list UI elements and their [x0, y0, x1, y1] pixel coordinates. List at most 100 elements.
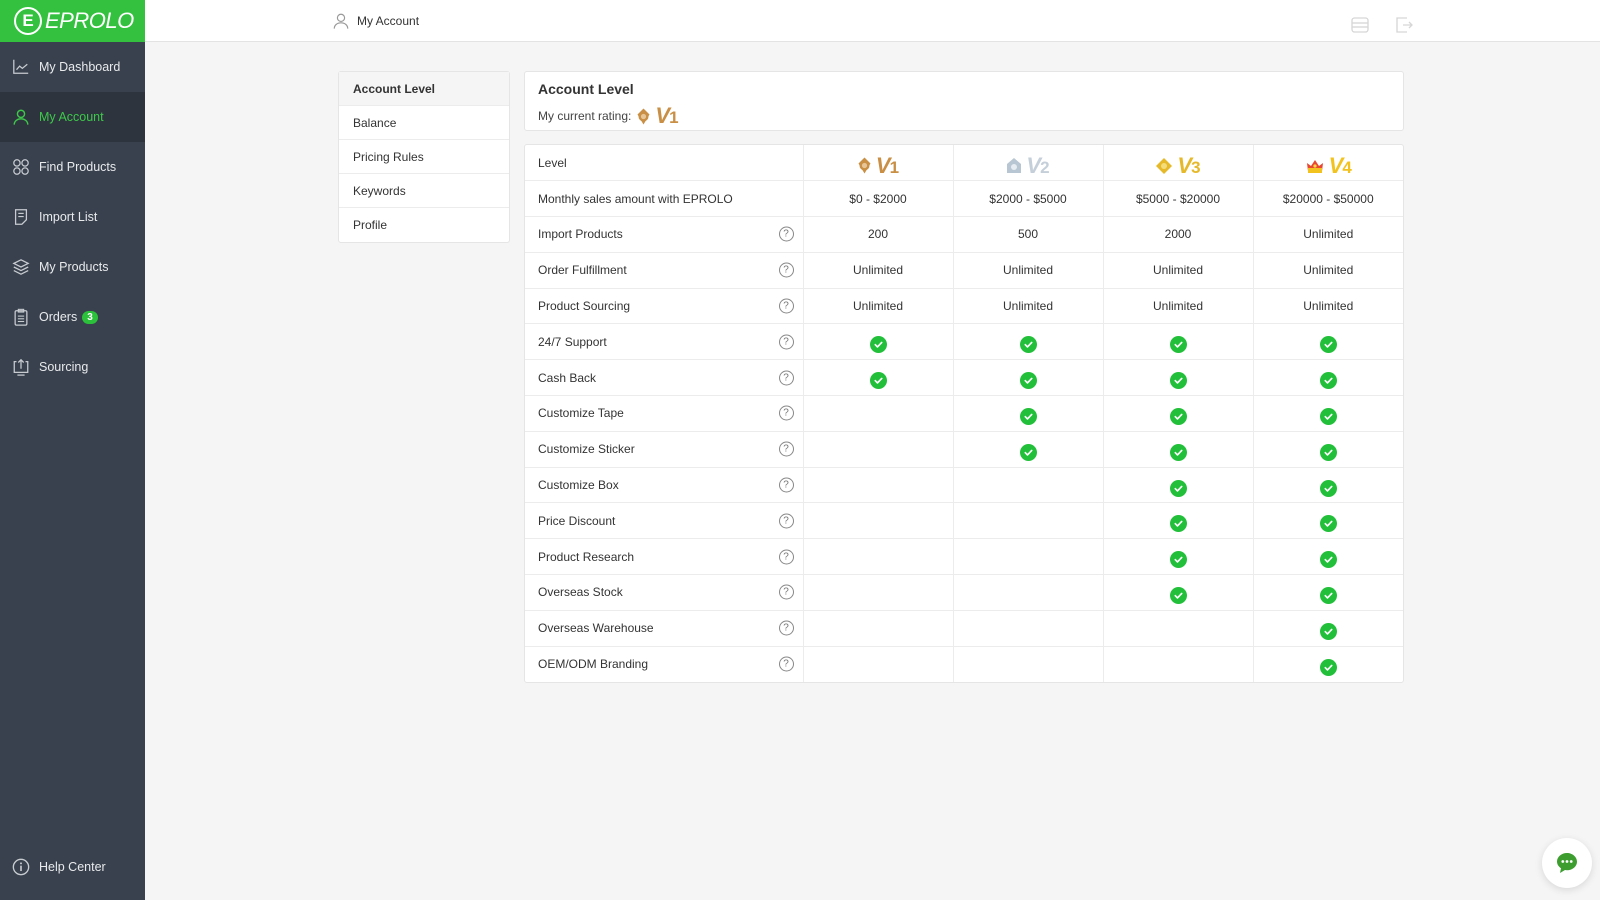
logo-icon: E	[14, 7, 42, 35]
help-question-icon[interactable]: ?	[778, 620, 794, 636]
feature-value-cell	[953, 538, 1104, 576]
feature-value-cell	[953, 574, 1104, 611]
feature-value-cell	[803, 646, 954, 682]
chart-line-icon	[13, 59, 29, 74]
bronze-medal-icon	[637, 108, 650, 124]
sidebar-item-my-products[interactable]: My Products	[0, 242, 145, 292]
logout-icon[interactable]	[1394, 15, 1414, 35]
check-icon	[1019, 443, 1037, 461]
sales-range: $2000 - $5000	[953, 180, 1104, 218]
sidebar-item-label: Import List	[39, 210, 98, 224]
bronze-medal-icon	[858, 157, 871, 174]
sidebar-item-label: My Dashboard	[39, 60, 121, 74]
level-v2-badge: V2	[1006, 153, 1050, 179]
feature-label: Product Research	[538, 549, 635, 564]
sidebar-item-orders[interactable]: Orders 3	[0, 292, 145, 342]
sidebar-item-sourcing[interactable]: Sourcing	[0, 342, 145, 392]
breadcrumb-text: My Account	[357, 14, 420, 28]
feature-label: Price Discount	[538, 513, 616, 528]
help-question-icon[interactable]: ?	[778, 405, 794, 421]
check-icon	[1319, 551, 1337, 569]
check-icon	[1319, 336, 1337, 354]
feature-value-cell	[1103, 538, 1254, 576]
feature-label: Monthly sales amount with EPROLO	[525, 180, 804, 218]
sidebar-item-import-list[interactable]: Import List	[0, 192, 145, 242]
sales-range: $0 - $2000	[803, 180, 954, 218]
feature-value-cell	[953, 646, 1104, 682]
feature-label: Overseas Warehouse	[538, 621, 654, 636]
level-header-row: Level V1 V2 V3 V4	[525, 145, 1403, 182]
feature-value-cell: Unlimited	[1253, 252, 1403, 289]
help-question-icon[interactable]: ?	[778, 549, 794, 565]
help-question-icon[interactable]: ?	[778, 656, 794, 672]
feature-value-cell: Unlimited	[1103, 288, 1254, 325]
feature-value-cell	[1103, 359, 1254, 397]
check-icon	[1169, 407, 1187, 425]
level-number: 3	[1191, 157, 1201, 177]
grid-icon	[13, 159, 29, 175]
feature-value-cell	[803, 502, 954, 540]
help-question-icon[interactable]: ?	[778, 584, 794, 600]
feature-value-cell	[1103, 502, 1254, 540]
level-number: 1	[669, 108, 679, 127]
sidebar-item-help-center[interactable]: Help Center	[0, 842, 145, 892]
feature-value-cell	[953, 431, 1104, 468]
submenu-item-pricing-rules[interactable]: Pricing Rules	[339, 140, 509, 174]
level-number: 2	[1040, 157, 1050, 177]
feature-value-cell: Unlimited	[953, 288, 1104, 325]
chat-button[interactable]	[1542, 838, 1592, 888]
submenu-item-keywords[interactable]: Keywords	[339, 174, 509, 208]
gold-diamond-icon	[1156, 157, 1173, 174]
sales-range: $5000 - $20000	[1103, 180, 1254, 218]
check-icon	[1319, 407, 1337, 425]
help-question-icon[interactable]: ?	[778, 513, 794, 529]
level-letter: V	[875, 152, 891, 178]
sidebar-item-my-account[interactable]: My Account	[0, 92, 145, 142]
feature-label: Order Fulfillment	[538, 263, 627, 278]
feature-label: Product Sourcing	[538, 299, 631, 314]
help-question-icon[interactable]: ?	[778, 298, 794, 314]
table-row: Cash Back?	[525, 359, 1403, 397]
help-question-icon[interactable]: ?	[778, 370, 794, 386]
feature-value-cell	[803, 323, 954, 361]
sidebar-item-find-products[interactable]: Find Products	[0, 142, 145, 192]
submenu-item-account-level[interactable]: Account Level	[339, 72, 509, 106]
feature-value-cell	[803, 359, 954, 397]
feature-cell: Order Fulfillment?	[525, 252, 804, 289]
table-row: Order Fulfillment? Unlimited Unlimited Unli…	[525, 252, 1403, 289]
submenu-item-balance[interactable]: Balance	[339, 106, 509, 140]
help-question-icon[interactable]: ?	[778, 334, 794, 350]
level-column-header: V3	[1103, 145, 1254, 182]
account-level-card: Account Level My current rating: V1	[524, 71, 1404, 131]
feature-value-cell	[1103, 646, 1254, 682]
store-icon[interactable]	[1350, 15, 1370, 35]
feature-value-cell	[953, 467, 1104, 504]
help-question-icon[interactable]: ?	[778, 226, 794, 242]
breadcrumb: My Account	[332, 12, 419, 30]
feature-cell: Customize Sticker?	[525, 431, 804, 468]
feature-cell: Product Research?	[525, 538, 804, 576]
feature-value-cell	[1253, 538, 1403, 576]
feature-value-cell: Unlimited	[1253, 288, 1403, 325]
check-icon	[1319, 479, 1337, 497]
help-question-icon[interactable]: ?	[778, 262, 794, 278]
level-v1-badge: V1	[636, 103, 679, 129]
feature-value-cell: Unlimited	[953, 252, 1104, 289]
logo[interactable]: E EPROLO	[0, 0, 145, 42]
help-question-icon[interactable]: ?	[778, 477, 794, 493]
level-number: 1	[889, 157, 900, 177]
level-v3-badge: V3	[1155, 153, 1201, 179]
level-v4-badge: V4	[1305, 153, 1352, 179]
level-v1-badge: V1	[857, 153, 899, 179]
feature-cell: OEM/ODM Branding?	[525, 646, 804, 682]
check-icon	[1319, 372, 1337, 390]
logo-text: EPROLO	[45, 8, 134, 33]
submenu-item-profile[interactable]: Profile	[339, 208, 509, 242]
feature-cell: Product Sourcing?	[525, 288, 804, 325]
help-question-icon[interactable]: ?	[778, 441, 794, 457]
sidebar-item-my-dashboard[interactable]: My Dashboard	[0, 42, 145, 92]
clipboard-icon	[14, 308, 28, 326]
feature-value-cell	[953, 502, 1104, 540]
feature-value-cell	[1253, 610, 1403, 647]
feature-value-cell: 2000	[1103, 216, 1254, 253]
